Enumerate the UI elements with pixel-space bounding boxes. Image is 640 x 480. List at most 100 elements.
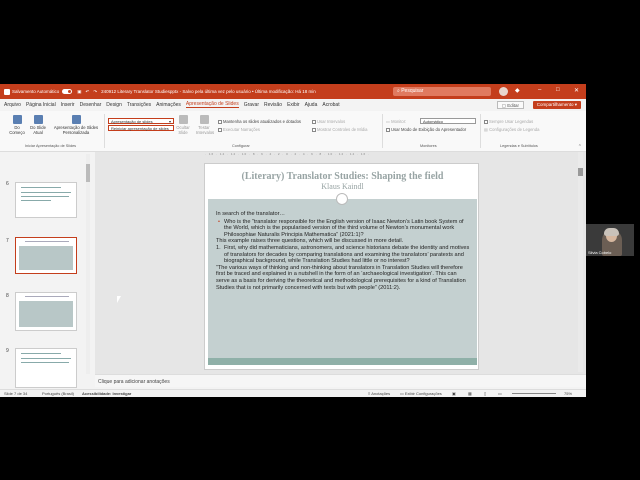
collapse-ribbon-icon[interactable]: ⌃ [578, 144, 582, 150]
from-start-button[interactable]: Do Começo [6, 115, 28, 135]
number-marker: 1. [216, 244, 221, 251]
thumbnail-number: 7 [6, 238, 9, 244]
group-start-slideshow: Iniciar Apresentação de Slides [25, 144, 77, 148]
group-captions: Legendas e Subtítulos [500, 144, 538, 148]
group-monitors: Monitores [420, 144, 437, 148]
presentation-view-icon[interactable]: ▭ [498, 391, 502, 396]
autosave-label: Salvamento Automático [12, 89, 60, 94]
scrollbar-thumb[interactable] [578, 168, 583, 176]
accessibility-indicator[interactable]: Acessibilidade: Investigar [82, 391, 131, 396]
rotate-handle[interactable] [336, 193, 348, 205]
notes-pane[interactable]: Clique para adicionar anotações [95, 374, 586, 387]
custom-show-icon [71, 115, 81, 124]
close-button[interactable]: ✕ [574, 87, 579, 94]
slide-title[interactable]: (Literary) Translator Studies: Shaping t… [205, 171, 480, 182]
tab-arquivo[interactable]: Arquivo [4, 102, 21, 108]
redo-icon[interactable]: ↷ [93, 89, 97, 95]
title-bar: Salvamento Automático ▣ ↶ ↷ 240912 Liter… [0, 84, 586, 99]
document-title[interactable]: 240912 Literary Translator Studiespptx -… [101, 89, 316, 94]
search-box[interactable]: ⌕ Pesquisar [393, 87, 491, 96]
tab-animacoes[interactable]: Animações [156, 102, 181, 108]
rehearse-timings-button[interactable]: Testar Intervalos [196, 115, 214, 135]
share-button[interactable]: Compartilhamento ▾ [532, 101, 581, 109]
tab-design[interactable]: Design [106, 102, 122, 108]
tab-ajuda[interactable]: Ajuda [305, 102, 318, 108]
custom-show-label: Apresentação de Slides Personalizada [53, 125, 99, 135]
bullet-text: Who is the “translator responsible for t… [224, 218, 464, 238]
tab-inserir[interactable]: Inserir [61, 102, 75, 108]
avatar[interactable] [499, 87, 508, 96]
webcam-feed: Silvia Cobelo [586, 224, 634, 256]
rehearse-icon [199, 115, 209, 124]
slide-sorter-icon[interactable]: ▦ [468, 391, 472, 396]
slideshow-play-icon [12, 115, 22, 124]
tab-pagina-inicial[interactable]: Página Inicial [26, 102, 56, 108]
slide-thumbnail-6[interactable] [15, 182, 77, 218]
tab-apresentacao-de-slides[interactable]: Apresentação de Slides [185, 101, 239, 108]
ribbon-divider [480, 114, 481, 148]
language-indicator[interactable]: Português (Brasil) [42, 391, 74, 396]
undo-icon[interactable]: ↶ [86, 89, 90, 95]
bullet-item: • Who is the “translator responsible for… [216, 219, 471, 239]
display-settings-button[interactable]: ▭ Exibir Configurações [400, 391, 442, 396]
slide-footer-band [208, 358, 477, 365]
from-current-label: Do Slide Atual [30, 125, 46, 135]
tab-revisao[interactable]: Revisão [264, 102, 282, 108]
thumbnail-number: 6 [6, 181, 9, 187]
participant-name: Silvia Cobelo [588, 250, 612, 255]
zoom-slider[interactable] [512, 393, 556, 394]
slide-body-textbox[interactable]: In search of the translator… • Who is th… [208, 199, 477, 359]
monitor-select[interactable]: Automático [420, 118, 476, 124]
presenter-view-checkbox[interactable]: Usar Modo de Exibição do Apresentador [386, 127, 466, 132]
hide-slide-button[interactable]: Ocultar Slide [176, 115, 190, 135]
tab-desenhar[interactable]: Desenhar [80, 102, 102, 108]
body-intro: In search of the translator… [216, 211, 286, 217]
maximize-button[interactable]: □ [556, 87, 560, 93]
hide-slide-icon [178, 115, 188, 124]
slideshow-dropdown[interactable]: Apresentação de slides ▾ [108, 118, 174, 124]
slide-canvas[interactable]: (Literary) Translator Studies: Shaping t… [204, 163, 479, 370]
horizontal-ruler: · 16 · 14 · 12 · 10 · 8 · 6 · 4 · 2 · 0 … [205, 152, 371, 156]
restart-slideshow-option[interactable]: Reiniciar apresentação de slides [108, 125, 174, 131]
always-subtitles-checkbox[interactable]: Sempre Usar Legendas [484, 119, 533, 124]
autosave-toggle[interactable] [62, 89, 73, 94]
slide-author[interactable]: Klaus Kaindl [205, 182, 480, 191]
media-controls-checkbox[interactable]: Mostrar Controles de Mídia [312, 127, 368, 132]
scrollbar-thumb[interactable] [86, 164, 90, 182]
narration-checkbox[interactable]: Executar Narrações [218, 127, 260, 132]
canvas-scrollbar[interactable] [578, 152, 583, 372]
tab-acrobat[interactable]: Acrobat [322, 102, 339, 108]
monitor-label: ▭ Monitor: [386, 119, 407, 124]
edit-comment-button[interactable]: ▢ Editar [496, 101, 524, 109]
notes-toggle[interactable]: ≡ Anotações [368, 391, 390, 396]
use-timings-checkbox[interactable]: Usar Intervalos [312, 119, 345, 124]
thumbnail-scrollbar[interactable] [86, 154, 90, 374]
mouse-cursor-icon [117, 296, 121, 303]
numbered-item: 1. First, why did mathematicians, astron… [216, 245, 471, 265]
chevron-down-icon: ▾ [168, 119, 171, 124]
reading-view-icon[interactable]: ▯ [484, 391, 486, 396]
ribbon-divider [382, 114, 383, 148]
subtitle-settings-button[interactable]: ▤ Configurações de Legenda [484, 127, 539, 132]
slide-thumbnail-9[interactable] [15, 348, 77, 388]
from-current-button[interactable]: Do Slide Atual [28, 115, 48, 135]
slide-thumbnail-7[interactable] [15, 237, 77, 274]
tab-gravar[interactable]: Gravar [244, 102, 259, 108]
save-icon[interactable]: ▣ [77, 89, 81, 95]
keep-updated-checkbox[interactable]: Mantenha os slides atualizados e dotados [218, 119, 301, 124]
tab-transicoes[interactable]: Transições [127, 102, 151, 108]
minimize-button[interactable]: – [538, 87, 541, 93]
bullet-marker: • [218, 218, 220, 225]
zoom-level[interactable]: 75% [564, 391, 572, 396]
app-icon [4, 88, 10, 95]
slide-thumbnail-8[interactable] [15, 292, 77, 331]
normal-view-icon[interactable]: ▣ [452, 391, 456, 396]
copilot-icon[interactable]: ◆ [515, 87, 520, 94]
from-start-label: Do Começo [9, 125, 25, 135]
thumbnail-number: 8 [6, 293, 9, 299]
tab-exibir[interactable]: Exibir [287, 102, 300, 108]
slideshow-current-icon [33, 115, 43, 124]
ribbon-divider [104, 114, 105, 148]
custom-show-button[interactable]: Apresentação de Slides Personalizada [50, 115, 102, 135]
group-config: Configurar [232, 144, 250, 148]
